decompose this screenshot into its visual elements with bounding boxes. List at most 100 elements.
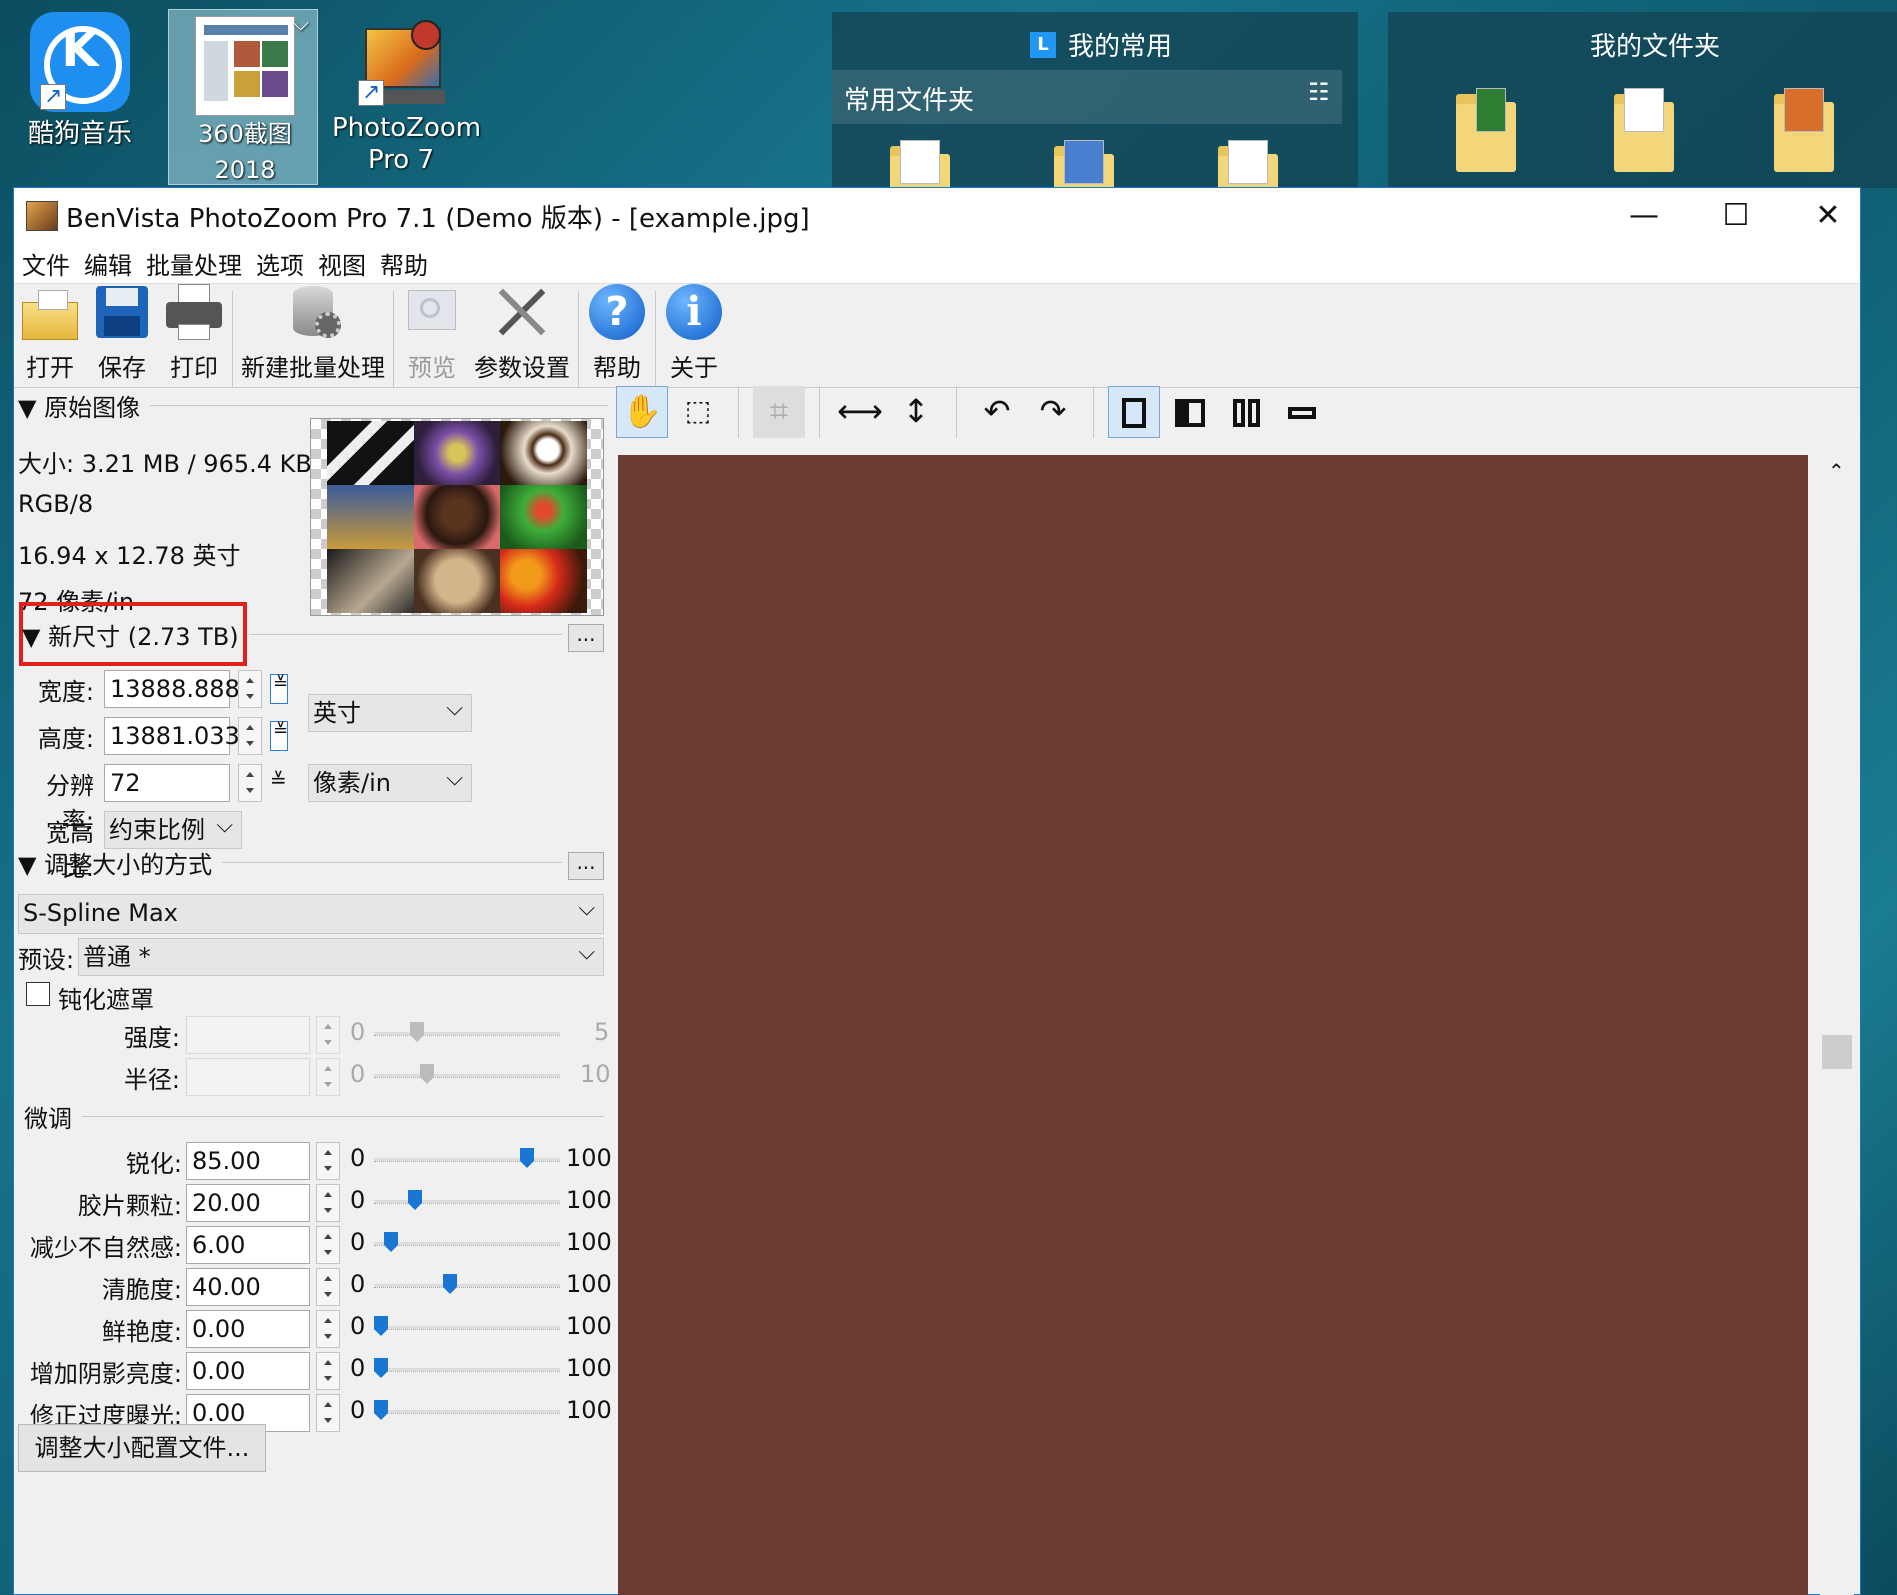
settings-panel: ▼ 原始图像 大小: 3.21 MB / 965.4 KB RGB/8 16.9… (14, 388, 612, 1595)
menu-file[interactable]: 文件 (22, 246, 70, 281)
finetune-stepper[interactable] (316, 1226, 340, 1264)
finetune-max: 100 (566, 1270, 612, 1298)
finetune-min: 0 (350, 1144, 366, 1172)
resize-method-header[interactable]: ▼ 调整大小的方式 (18, 846, 562, 879)
open-button[interactable]: 打开 (14, 282, 86, 387)
menu-options[interactable]: 选项 (256, 246, 304, 281)
new-batch-button[interactable]: 新建批量处理 (235, 282, 391, 387)
finetune-slider-track[interactable] (374, 1242, 560, 1246)
resize-profiles-button[interactable]: 调整大小配置文件... (18, 1424, 266, 1472)
aspect-select[interactable]: 约束比例 (104, 808, 242, 849)
preview-button[interactable]: 预览 (396, 282, 468, 387)
menu-edit[interactable]: 编辑 (84, 246, 132, 281)
width-link-icon[interactable] (270, 673, 288, 704)
crop-icon[interactable]: ⌗ (753, 386, 805, 438)
about-button[interactable]: i 关于 (658, 282, 730, 387)
maximize-button[interactable]: ☐ (1690, 188, 1782, 244)
method-select[interactable]: S-Spline Max (18, 891, 604, 934)
finetune-slider-thumb[interactable] (384, 1232, 398, 1252)
resize-method-more-button[interactable]: ... (568, 852, 604, 880)
finetune-stepper[interactable] (316, 1352, 340, 1390)
fit-height-icon[interactable]: ↕ (890, 386, 942, 438)
finetune-slider-thumb[interactable] (443, 1274, 457, 1294)
unsharp-checkbox[interactable] (26, 982, 50, 1006)
single-view-icon[interactable] (1108, 386, 1160, 438)
finetune-input[interactable]: 0.00 (186, 1352, 310, 1390)
scroll-thumb[interactable] (1822, 1035, 1852, 1069)
excel-folder-icon[interactable] (1456, 88, 1516, 172)
desktop-icon-screenshot[interactable]: 360截图2018 120318085... (168, 6, 333, 220)
finetune-slider-track[interactable] (374, 1410, 560, 1414)
finetune-stepper[interactable] (316, 1142, 340, 1180)
resolution-input[interactable]: 72 (104, 764, 230, 802)
finetune-slider-track[interactable] (374, 1200, 560, 1204)
help-button[interactable]: ? 帮助 (581, 282, 653, 387)
desktop-icon-kugou[interactable]: K 酷狗音乐 (16, 12, 144, 162)
finetune-slider-track[interactable] (374, 1368, 560, 1372)
main-toolbar: 打开 保存 打印 新建批量处理 预览 参数设置 ? 帮助 i 关于 (14, 284, 1860, 388)
width-stepper[interactable] (238, 670, 262, 708)
finetune-input[interactable]: 85.00 (186, 1142, 310, 1180)
vertical-scrollbar[interactable]: ⌃ (1820, 455, 1854, 1595)
finetune-slider-track[interactable] (374, 1326, 560, 1330)
menu-view[interactable]: 视图 (318, 246, 366, 281)
minimize-button[interactable]: — (1598, 188, 1690, 244)
new-size-header[interactable]: ▼ 新尺寸 (2.73 TB) (22, 618, 562, 651)
finetune-slider-thumb[interactable] (374, 1400, 388, 1420)
finetune-stepper[interactable] (316, 1394, 340, 1432)
side-by-side-icon[interactable] (1220, 386, 1272, 438)
menu-bar: 文件 编辑 批量处理 选项 视图 帮助 (14, 244, 1860, 284)
finetune-slider-thumb[interactable] (408, 1190, 422, 1210)
photozoom-window: BenVista PhotoZoom Pro 7.1 (Demo 版本) - [… (13, 187, 1861, 1595)
original-image-header[interactable]: ▼ 原始图像 (18, 390, 608, 422)
height-label: 高度: (37, 725, 94, 753)
finetune-slider-track[interactable] (374, 1284, 560, 1288)
finetune-slider-thumb[interactable] (374, 1316, 388, 1336)
layout-icon[interactable]: ☷ (1308, 78, 1330, 106)
shortcut-arrow-icon (40, 81, 66, 113)
finetune-max: 100 (566, 1186, 612, 1214)
preset-select[interactable]: 普通 * (78, 935, 604, 976)
finetune-input[interactable]: 20.00 (186, 1184, 310, 1222)
preview-canvas[interactable] (618, 455, 1808, 1595)
radius-max: 10 (580, 1060, 611, 1088)
resolution-stepper[interactable] (238, 764, 262, 802)
finetune-input[interactable]: 0.00 (186, 1310, 310, 1348)
finetune-stepper[interactable] (316, 1268, 340, 1306)
print-button[interactable]: 打印 (158, 282, 230, 387)
unit-select[interactable]: 英寸 (308, 691, 472, 732)
folder-icon[interactable] (1774, 88, 1834, 172)
finetune-input[interactable]: 6.00 (186, 1226, 310, 1264)
finetune-slider-thumb[interactable] (520, 1148, 534, 1168)
height-link-icon[interactable] (270, 720, 288, 751)
rotate-right-icon[interactable]: ↷ (1027, 386, 1079, 438)
menu-batch[interactable]: 批量处理 (146, 246, 242, 281)
finetune-input[interactable]: 40.00 (186, 1268, 310, 1306)
split-horizontal-icon[interactable] (1276, 386, 1328, 438)
width-input[interactable]: 13888.888 (104, 670, 240, 708)
height-input[interactable]: 13881.033 (104, 717, 240, 755)
height-stepper[interactable] (238, 717, 262, 755)
settings-button[interactable]: 参数设置 (468, 282, 576, 387)
folder-icon[interactable] (1614, 88, 1674, 172)
finetune-max: 100 (566, 1228, 612, 1256)
split-vertical-icon[interactable] (1164, 386, 1216, 438)
save-button[interactable]: 保存 (86, 282, 158, 387)
resolution-unit-select[interactable]: 像素/in (308, 761, 472, 802)
hand-icon[interactable]: ✋ (616, 386, 668, 438)
menu-help[interactable]: 帮助 (380, 246, 428, 281)
new-size-more-button[interactable]: ... (568, 624, 604, 652)
finetune-slider-thumb[interactable] (374, 1358, 388, 1378)
unsharp-label: 钝化遮罩 (58, 986, 154, 1014)
preview-icon (402, 282, 462, 342)
select-icon[interactable]: ⬚ (672, 386, 724, 438)
close-button[interactable]: ✕ (1782, 188, 1874, 244)
rotate-left-icon[interactable]: ↶ (971, 386, 1023, 438)
desktop-icon-photozoom[interactable]: PhotoZoom Pro 7 (332, 12, 481, 182)
finetune-max: 100 (566, 1312, 612, 1340)
finetune-stepper[interactable] (316, 1310, 340, 1348)
scroll-up-icon[interactable]: ⌃ (1828, 459, 1845, 483)
fit-width-icon[interactable]: ⟷ (834, 386, 886, 438)
resolution-link-icon[interactable]: ≚ (270, 768, 287, 792)
finetune-stepper[interactable] (316, 1184, 340, 1222)
